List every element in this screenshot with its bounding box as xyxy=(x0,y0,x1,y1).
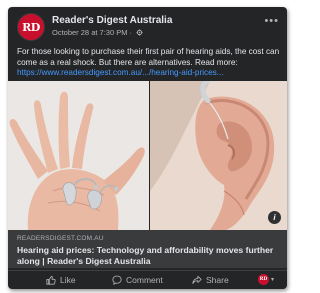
identity-avatar: RD xyxy=(258,274,269,285)
comment-bubble-icon xyxy=(112,275,122,285)
ear-with-hearing-aid-image: i xyxy=(150,81,287,230)
meta-separator: · xyxy=(129,28,132,37)
share-arrow-icon xyxy=(192,275,202,284)
link-preview-image[interactable]: i xyxy=(8,81,287,230)
audience-globe-icon xyxy=(136,29,143,36)
thumbs-up-icon xyxy=(46,275,56,285)
comment-button[interactable]: Comment xyxy=(112,275,163,285)
post-action-bar: Like Comment Share RD ▾ xyxy=(8,270,287,289)
more-options-icon[interactable]: ••• xyxy=(264,15,279,27)
share-button[interactable]: Share xyxy=(192,275,229,285)
facebook-post-card: RD Reader's Digest Australia October 28 … xyxy=(8,7,287,289)
info-icon[interactable]: i xyxy=(268,211,281,224)
like-button[interactable]: Like xyxy=(46,275,76,285)
link-headline: Hearing aid prices: Technology and affor… xyxy=(17,245,274,266)
hand-with-hearing-aids-image xyxy=(8,81,149,230)
post-message: For those looking to purchase their firs… xyxy=(17,47,280,67)
page-name-link[interactable]: Reader's Digest Australia xyxy=(52,15,172,26)
chevron-down-icon: ▾ xyxy=(271,277,275,283)
avatar-logo-text: RD xyxy=(22,20,40,34)
share-label: Share xyxy=(206,275,229,285)
reaction-identity-selector[interactable]: RD ▾ xyxy=(258,274,274,285)
post-timestamp[interactable]: October 28 at 7:30 PM xyxy=(52,28,127,37)
like-label: Like xyxy=(60,275,76,285)
comment-label: Comment xyxy=(126,275,163,285)
link-preview-caption[interactable]: READERSDIGEST.COM.AU Hearing aid prices:… xyxy=(8,230,287,268)
post-link[interactable]: https://www.readersdigest.com.au/.../hea… xyxy=(17,68,281,79)
post-body: For those looking to purchase their firs… xyxy=(17,47,281,79)
post-meta: October 28 at 7:30 PM · xyxy=(52,28,143,37)
identity-avatar-text: RD xyxy=(259,277,268,282)
page-avatar[interactable]: RD xyxy=(17,13,45,41)
post-header: RD Reader's Digest Australia October 28 … xyxy=(8,7,287,45)
link-domain: READERSDIGEST.COM.AU xyxy=(17,235,104,242)
